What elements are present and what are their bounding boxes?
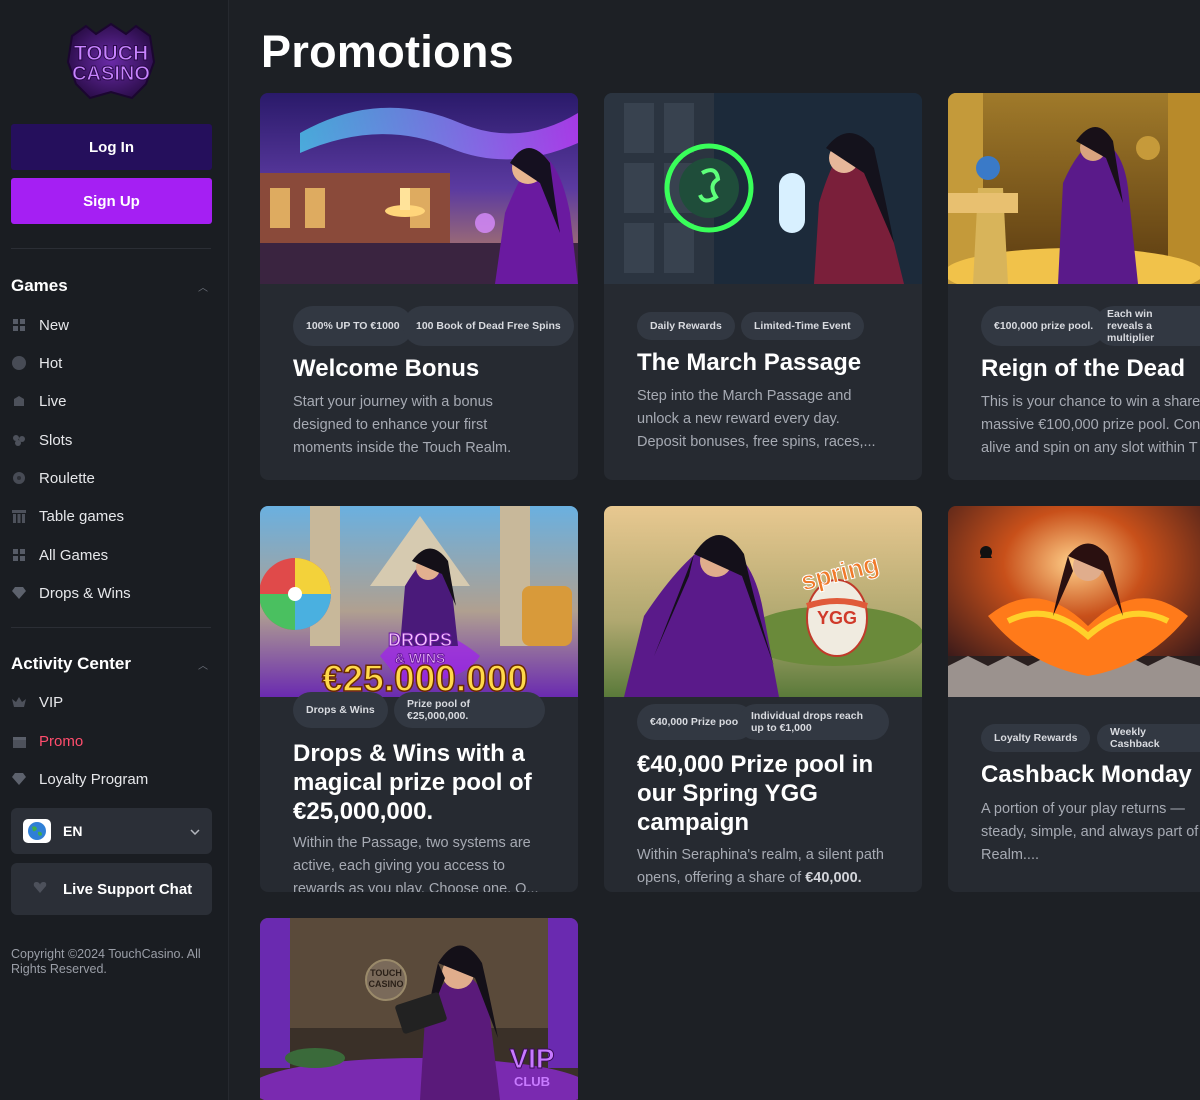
logo-text-line2: CASINO xyxy=(72,63,150,85)
banner-text-drops: DROPS xyxy=(388,630,452,650)
table-icon xyxy=(11,508,27,524)
grid-icon xyxy=(11,317,27,333)
nav-item-hot[interactable]: Hot xyxy=(11,349,211,377)
nav-label: VIP xyxy=(39,693,64,711)
promo-tag: Limited-Time Event xyxy=(741,312,864,340)
live-support-button[interactable]: Live Support Chat xyxy=(11,863,212,915)
promo-tag: Daily Rewards xyxy=(637,312,735,340)
promo-description: Within Seraphina's realm, a silent path o… xyxy=(637,847,884,886)
promo-image xyxy=(260,93,578,284)
promo-title: Cashback Monday xyxy=(981,761,1192,788)
nav-label: Roulette xyxy=(39,469,95,487)
promo-image: YGG spring xyxy=(604,506,922,697)
promo-title: Reign of the Dead xyxy=(981,355,1186,382)
promo-tag: €100,000 prize pool. xyxy=(981,306,1107,346)
promo-description: Within the Passage, two systems are activ… xyxy=(293,835,539,892)
chevron-down-icon xyxy=(190,822,200,840)
nav-label: Hot xyxy=(39,354,63,372)
promo-description: Step into the March Passage and unlock a … xyxy=(637,388,876,450)
nav-item-loyalty[interactable]: Loyalty Program xyxy=(11,765,211,793)
promo-title: The March Passage xyxy=(637,349,862,376)
banner-logo-line1: TOUCH xyxy=(370,968,402,978)
promo-tag: Weekly Cashback xyxy=(1097,724,1200,752)
promo-card-reign-of-the-dead[interactable]: €100,000 prize pool. Each win reveals a … xyxy=(948,93,1200,480)
sidebar: TOUCH CASINO Log In Sign Up Games ︿ New … xyxy=(0,0,229,1100)
promo-image: TOUCH CASINO VIP CLUB xyxy=(260,918,578,1100)
promo-card-cashback-monday[interactable]: Loyalty Rewards Weekly Cashback Cashback… xyxy=(948,506,1200,892)
live-support-label: Live Support Chat xyxy=(63,880,193,898)
promo-description: This is your chance to win a share massiv… xyxy=(981,394,1200,456)
nav-item-table-games[interactable]: Table games xyxy=(11,502,211,530)
banner-logo-line2: CASINO xyxy=(368,979,403,989)
page-title: Promotions xyxy=(261,26,515,77)
roulette-icon xyxy=(11,470,27,486)
promo-tag: Prize pool of €25,000,000. xyxy=(394,692,545,728)
language-select[interactable]: EN xyxy=(11,808,212,854)
promo-description: A portion of your play returns — steady, … xyxy=(981,801,1199,863)
promo-tag: 100% UP TO €1000 xyxy=(293,306,413,346)
nav-label: Live xyxy=(39,392,67,410)
logo-text-line1: TOUCH xyxy=(74,42,148,65)
promo-tag: Drops & Wins xyxy=(293,692,388,728)
promo-tag: Loyalty Rewards xyxy=(981,724,1091,752)
divider xyxy=(11,627,211,628)
nav-item-promo[interactable]: Promo xyxy=(11,727,211,755)
banner-club-text: CLUB xyxy=(514,1074,550,1089)
globe-icon xyxy=(23,819,51,843)
promo-card-vip-club[interactable]: TOUCH CASINO VIP CLUB xyxy=(260,918,578,1100)
promo-card-march-passage[interactable]: Daily Rewards Limited-Time Event The Mar… xyxy=(604,93,922,480)
crown-icon xyxy=(11,694,27,710)
signup-button[interactable]: Sign Up xyxy=(11,178,212,224)
copyright-text: Copyright ©2024 TouchCasino. All Rights … xyxy=(11,947,201,976)
nav-label: New xyxy=(39,316,70,334)
promo-title: Drops & Wins with a magical prize pool of… xyxy=(293,740,532,825)
promo-image: DROPS & WINS €25.000.000 xyxy=(260,506,578,697)
promo-card-spring-ygg[interactable]: YGG spring €40,000 Prize pool Individual… xyxy=(604,506,922,892)
games-section-title: Games xyxy=(11,276,68,295)
chevron-up-icon[interactable]: ︿ xyxy=(198,279,208,294)
promo-description: Start your journey with a bonus designed … xyxy=(293,394,512,456)
banner-ygg-text: YGG xyxy=(817,608,857,628)
nav-item-all-games[interactable]: All Games xyxy=(11,541,211,569)
nav-label: Table games xyxy=(39,507,125,525)
heart-icon xyxy=(33,880,47,898)
promo-image xyxy=(948,506,1200,697)
promo-card-welcome-bonus[interactable]: 100% UP TO €1000 100 Book of Dead Free S… xyxy=(260,93,578,480)
nav-item-new[interactable]: New xyxy=(11,311,211,339)
nav-label: Promo xyxy=(39,732,84,750)
promo-tag: Each win reveals a multiplier xyxy=(1094,306,1200,346)
promo-title: €40,000 Prize pool in our Spring YGG campa… xyxy=(637,751,874,836)
activity-section-title: Activity Center xyxy=(11,654,131,673)
diamond-icon xyxy=(11,771,27,787)
gift-icon xyxy=(11,733,27,749)
live-icon xyxy=(11,393,27,409)
grid-icon xyxy=(11,547,27,563)
promo-tag: 100 Book of Dead Free Spins xyxy=(403,306,574,346)
promo-image xyxy=(604,93,922,284)
nav-item-vip[interactable]: VIP xyxy=(11,688,211,716)
flame-icon xyxy=(11,355,27,371)
login-button[interactable]: Log In xyxy=(11,124,212,170)
nav-label: Slots xyxy=(39,431,73,449)
promo-tag: €40,000 Prize pool xyxy=(637,704,755,740)
nav-label: Loyalty Program xyxy=(39,770,149,788)
touch-casino-logo[interactable]: TOUCH CASINO xyxy=(62,22,160,102)
divider xyxy=(11,248,211,249)
nav-label: All Games xyxy=(39,546,109,564)
nav-item-drops-wins[interactable]: Drops & Wins xyxy=(11,579,211,607)
nav-item-roulette[interactable]: Roulette xyxy=(11,464,211,492)
nav-label: Drops & Wins xyxy=(39,584,131,602)
diamond-icon xyxy=(11,585,27,601)
nav-item-live[interactable]: Live xyxy=(11,387,211,415)
promo-card-drops-wins[interactable]: DROPS & WINS €25.000.000 Drops & Wins Pr… xyxy=(260,506,578,892)
chevron-up-icon[interactable]: ︿ xyxy=(198,657,208,672)
language-label: EN xyxy=(63,823,83,839)
nav-item-slots[interactable]: Slots xyxy=(11,426,211,454)
banner-vip-text: VIP xyxy=(509,1043,554,1074)
slots-icon xyxy=(11,432,27,448)
promo-title: Welcome Bonus xyxy=(293,355,480,382)
promo-image xyxy=(948,93,1200,284)
promo-tag: Individual drops reach up to €1,000 xyxy=(738,704,889,740)
